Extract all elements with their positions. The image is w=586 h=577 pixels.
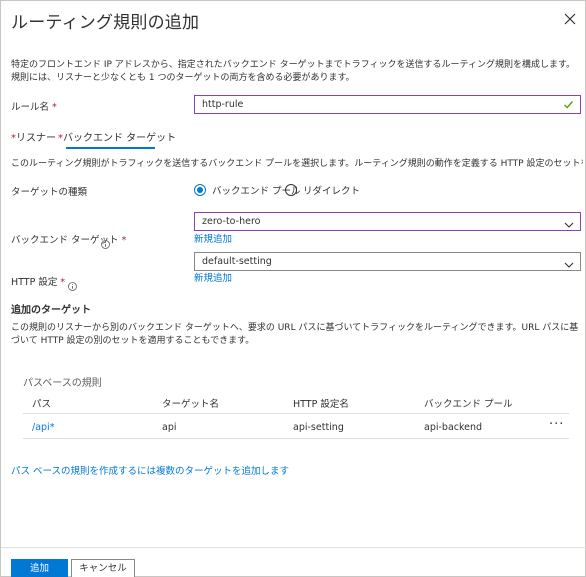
http-setting-label: HTTP 設定 *: [11, 274, 65, 288]
backend-target-add-link[interactable]: 新規追加: [194, 231, 232, 245]
tab-backend-target-label: バックエンド ターゲット: [63, 133, 177, 144]
footer-divider: [1, 547, 586, 548]
rule-name-input[interactable]: http-rule: [194, 95, 581, 114]
table-header-divider: [23, 413, 569, 414]
chevron-down-icon: [564, 218, 574, 235]
info-icon[interactable]: [101, 234, 110, 249]
path-rules-title: パスベースの規則: [23, 378, 102, 389]
path-rules-help-link[interactable]: パス ベースの規則を作成するには複数のターゲットを追加します: [11, 463, 289, 477]
tab-selected-indicator: [66, 147, 155, 149]
backend-description: このルーティング規則がトラフィックを送信するバックエンド プールを選択します。ル…: [11, 159, 583, 169]
radio-unselected-icon: [285, 184, 297, 196]
backend-pool-cell: api-backend: [424, 422, 483, 433]
column-header-http-setting: HTTP 設定名: [293, 399, 349, 410]
http-setting-value: default-setting: [202, 256, 272, 267]
http-setting-label-text: HTTP 設定: [11, 277, 58, 288]
additional-targets-description: この規則のリスナーから別のバックエンド ターゲットへ、要求の URL パスに基づ…: [11, 323, 579, 346]
info-icon[interactable]: [68, 276, 77, 291]
backend-target-value: zero-to-hero: [202, 216, 261, 227]
add-button[interactable]: 追加: [11, 559, 68, 577]
radio-selected-icon: [194, 184, 206, 196]
cancel-button[interactable]: キャンセル: [71, 559, 135, 577]
backend-target-select[interactable]: zero-to-hero: [194, 212, 581, 231]
table-row-divider: [23, 438, 569, 439]
column-header-target-name: ターゲット名: [162, 399, 220, 410]
column-header-backend-pool: バックエンド プール: [424, 399, 513, 410]
page-title: ルーティング規則の追加: [11, 13, 200, 33]
http-setting-cell: api-setting: [293, 422, 344, 433]
additional-targets-title: 追加のターゲット: [11, 305, 91, 316]
more-actions-icon[interactable]: ···: [549, 417, 564, 432]
http-setting-select[interactable]: default-setting: [194, 252, 581, 271]
rule-name-label: ルール名 *: [11, 99, 57, 113]
chevron-down-icon: [564, 258, 574, 275]
rule-name-label-text: ルール名: [11, 102, 50, 113]
check-icon: [563, 99, 574, 116]
required-mark: *: [60, 277, 66, 288]
tab-listener-label: リスナー: [16, 133, 56, 144]
rule-name-value: http-rule: [202, 99, 244, 110]
tab-backend-target[interactable]: *バックエンド ターゲット: [58, 129, 176, 144]
radio-redirect-label: リダイレクト: [303, 186, 361, 197]
target-name-cell: api: [162, 422, 177, 433]
path-link[interactable]: /api*: [32, 422, 54, 433]
column-header-path: パス: [32, 399, 52, 410]
required-mark: *: [52, 102, 57, 113]
target-type-label: ターゲットの種類: [11, 187, 88, 198]
http-setting-add-link[interactable]: 新規追加: [194, 270, 232, 284]
tab-listener[interactable]: *リスナー: [11, 129, 56, 144]
required-mark: *: [121, 235, 127, 246]
intro-text: 特定のフロントエンド IP アドレスから、指定されたバックエンド ターゲットまで…: [11, 60, 576, 83]
radio-redirect[interactable]: リダイレクト: [285, 183, 360, 197]
routing-rule-panel: ルーティング規則の追加 特定のフロントエンド IP アドレスから、指定されたバッ…: [0, 0, 586, 577]
close-icon[interactable]: [560, 9, 580, 29]
